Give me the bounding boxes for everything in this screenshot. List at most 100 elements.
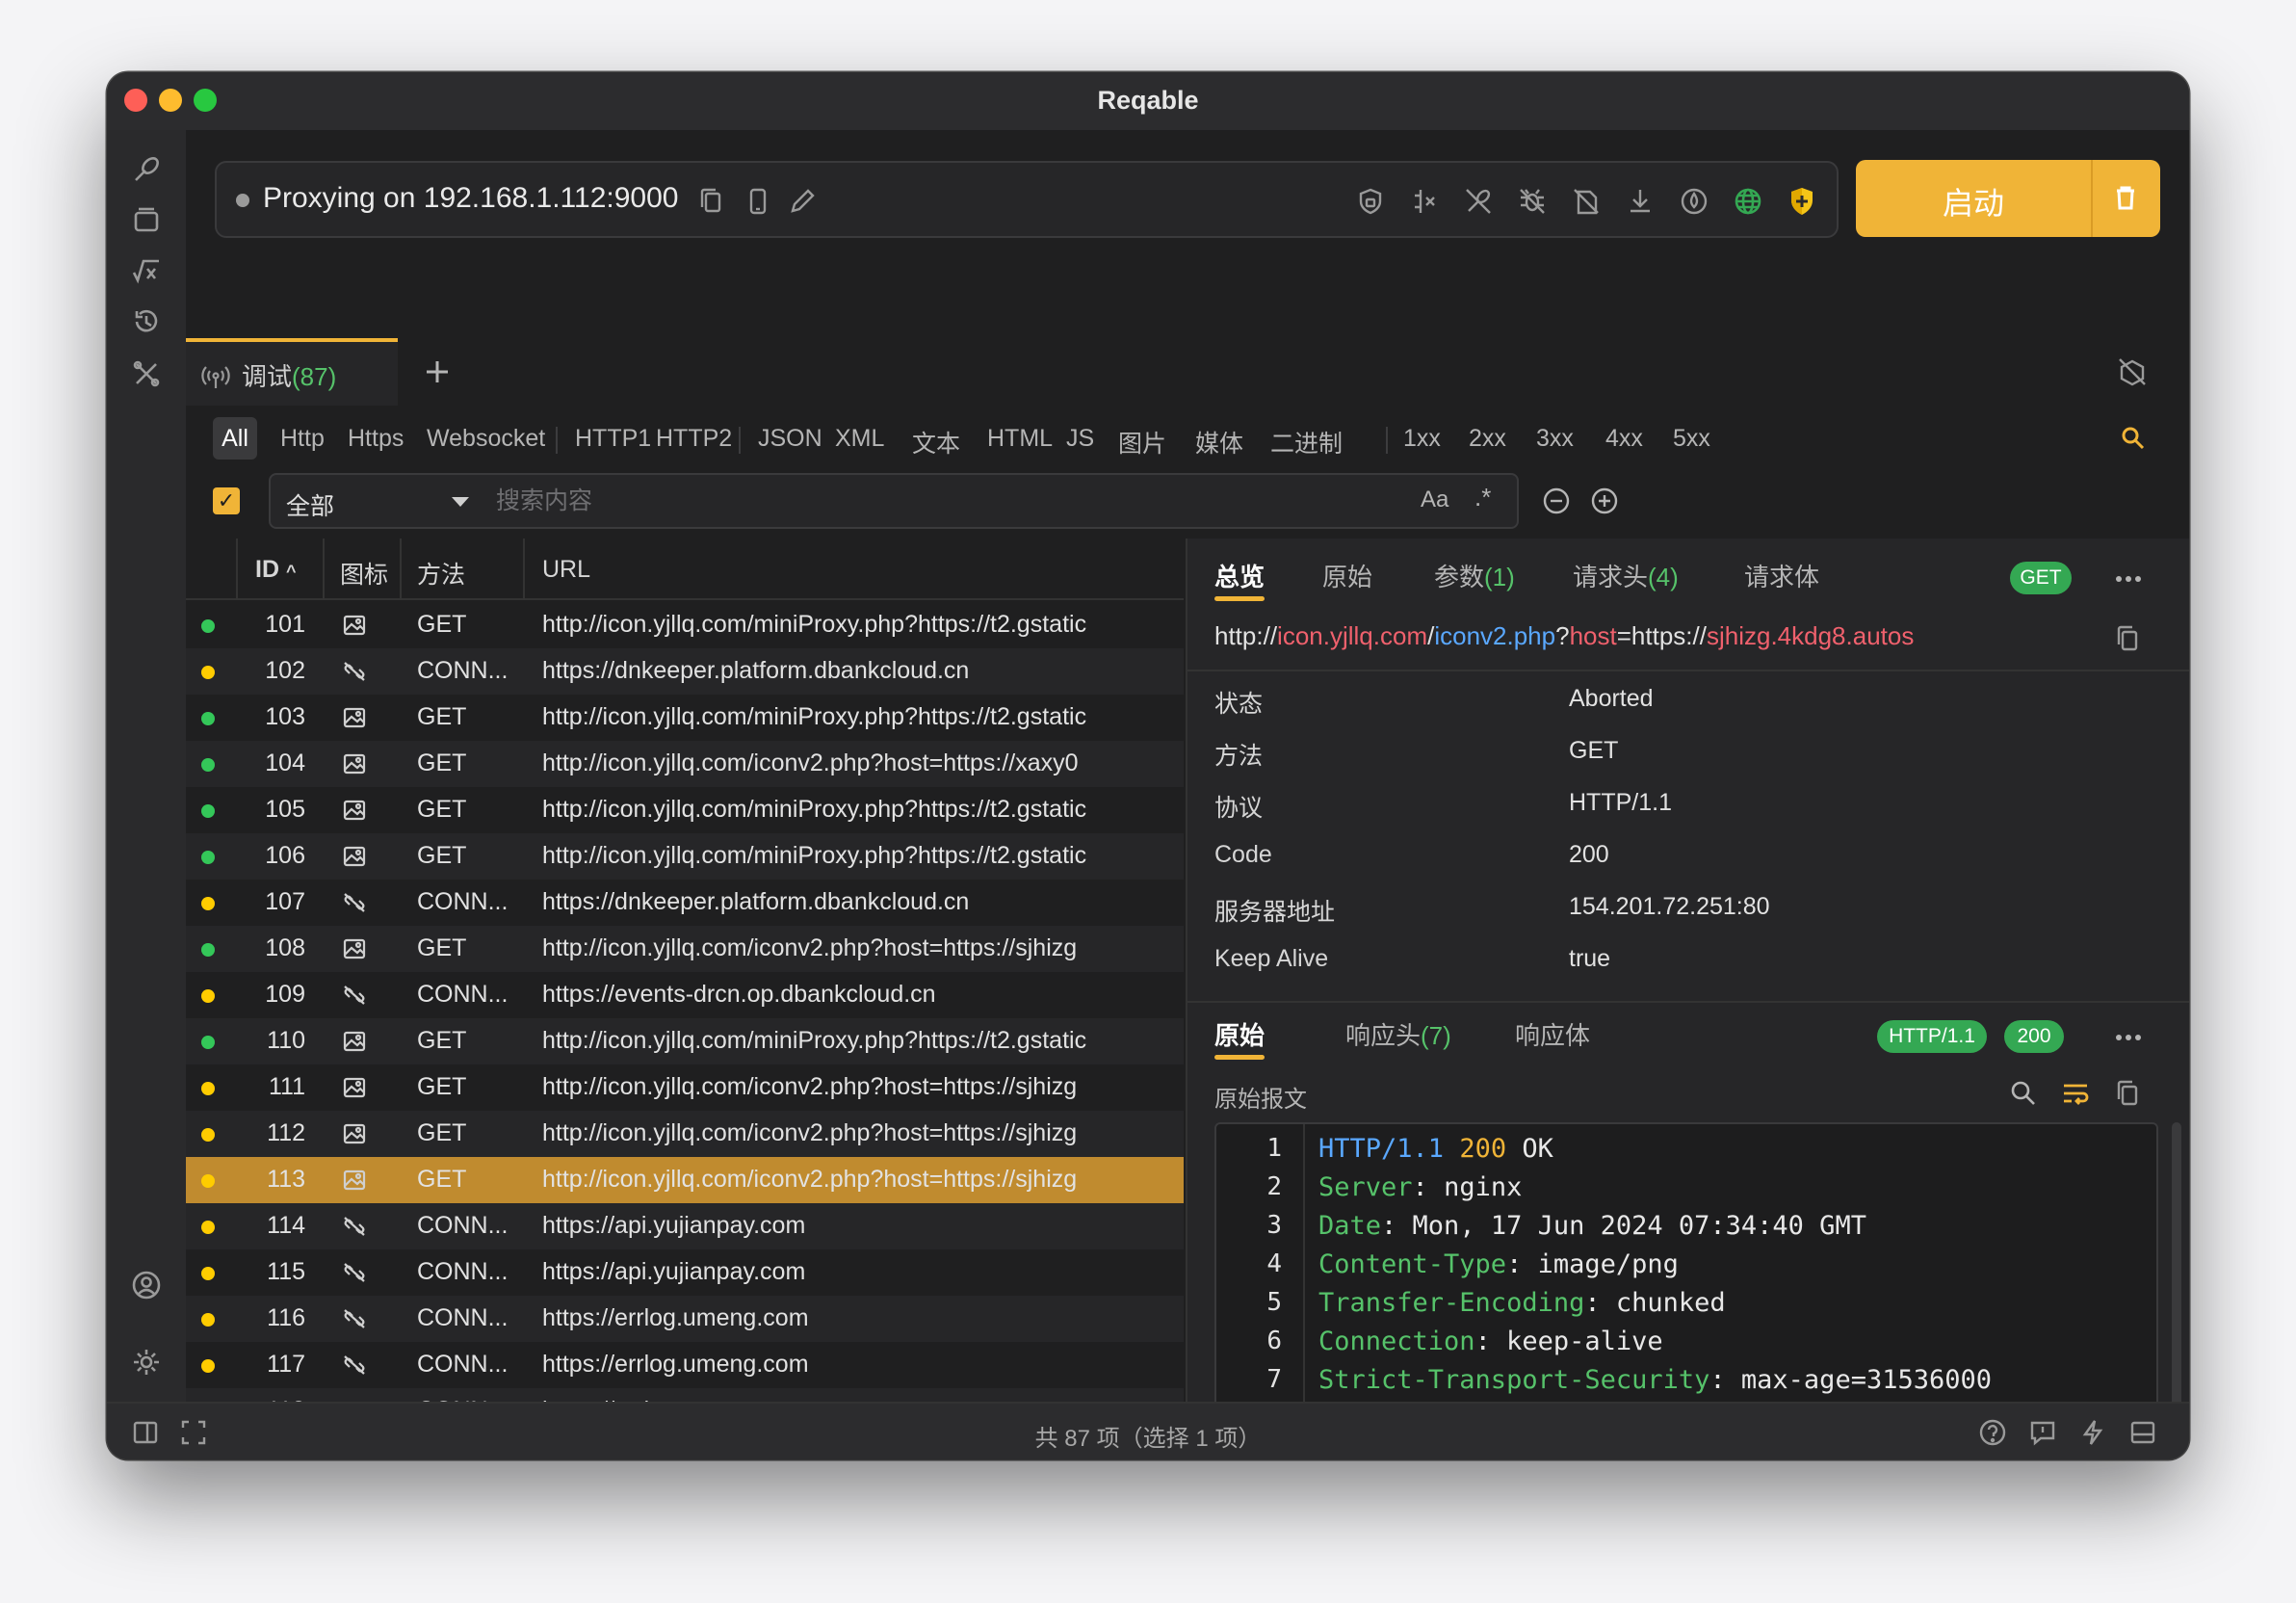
match-case-toggle[interactable]: Aa — [1421, 486, 1448, 513]
start-proxy-button[interactable]: 启动 — [1856, 160, 2160, 237]
filter-5xx[interactable]: 5xx — [1673, 425, 1710, 453]
no-cache-icon[interactable] — [2116, 355, 2149, 388]
filter-html[interactable]: HTML — [987, 425, 1053, 453]
filter-4xx[interactable]: 4xx — [1605, 425, 1643, 453]
more-options-icon[interactable] — [2112, 567, 2145, 591]
table-row[interactable]: 106 GET http://icon.yjllq.com/miniProxy.ph… — [186, 833, 1184, 880]
request-url[interactable]: http://icon.yjllq.com/iconv2.php?host=ht… — [1214, 621, 1914, 651]
throttle-icon[interactable] — [1677, 184, 1711, 219]
filter-enabled-checkbox[interactable]: ✓ — [213, 487, 240, 514]
regex-toggle[interactable]: .* — [1474, 483, 1491, 512]
add-filter-icon[interactable] — [1590, 486, 1619, 515]
filter-1xx[interactable]: 1xx — [1403, 425, 1441, 453]
filter-media[interactable]: 媒体 — [1195, 425, 1243, 460]
script-off-icon[interactable] — [1569, 184, 1604, 219]
table-row[interactable]: 107 CONN... https://dnkeeper.platform.dban… — [186, 880, 1184, 926]
table-row[interactable]: 105 GET http://icon.yjllq.com/miniProxy.ph… — [186, 787, 1184, 833]
filter-js[interactable]: JS — [1066, 425, 1094, 453]
account-icon[interactable] — [128, 1267, 165, 1303]
filter-https[interactable]: Https — [348, 425, 404, 453]
remove-filter-icon[interactable] — [1542, 486, 1571, 515]
download-icon[interactable] — [1623, 184, 1657, 219]
capture-icon[interactable] — [128, 151, 165, 188]
filter-http[interactable]: Http — [280, 425, 325, 453]
more-options-icon[interactable] — [2112, 1026, 2145, 1049]
scrollbar[interactable] — [2172, 1122, 2181, 1431]
table-row[interactable]: 114 CONN... https://api.yujianpay.com — [186, 1203, 1184, 1249]
trash-icon[interactable] — [2108, 181, 2143, 216]
table-row[interactable]: 108 GET http://icon.yjllq.com/iconv2.php?h… — [186, 926, 1184, 972]
table-row[interactable]: 116 CONN... https://errlog.umeng.com — [186, 1296, 1184, 1342]
lightning-icon[interactable] — [2077, 1417, 2108, 1448]
search-toggle-icon[interactable] — [2118, 423, 2149, 454]
tab-params[interactable]: 参数(1) — [1434, 558, 1515, 593]
filter-websocket[interactable]: Websocket — [427, 425, 545, 453]
sessions-icon[interactable] — [128, 201, 165, 238]
globe-proxy-icon[interactable] — [1731, 184, 1765, 219]
security-shield-icon[interactable] — [1785, 184, 1819, 219]
tools-icon[interactable] — [128, 355, 165, 392]
filter-http2[interactable]: HTTP2 — [656, 425, 732, 453]
layout-split-icon[interactable] — [2127, 1417, 2158, 1448]
filter-xml[interactable]: XML — [835, 425, 884, 453]
overview-value[interactable]: true — [1569, 945, 1610, 973]
search-icon[interactable] — [2008, 1078, 2039, 1109]
filter-json[interactable]: JSON — [758, 425, 822, 453]
tab-request-body[interactable]: 请求体 — [1744, 558, 1819, 593]
table-row[interactable]: 102 CONN... https://dnkeeper.platform.dban… — [186, 648, 1184, 695]
column-icon[interactable]: 图标 — [340, 556, 388, 591]
rewrite-off-icon[interactable] — [1461, 184, 1496, 219]
tab-debug[interactable]: 调试(87) — [186, 338, 398, 406]
table-row[interactable]: 103 GET http://icon.yjllq.com/miniProxy.ph… — [186, 695, 1184, 741]
table-row[interactable]: 115 CONN... https://api.yujianpay.com — [186, 1249, 1184, 1296]
tab-request-headers[interactable]: 请求头(4) — [1573, 558, 1679, 593]
table-row[interactable]: 112 GET http://icon.yjllq.com/iconv2.php?h… — [186, 1111, 1184, 1157]
overview-value[interactable]: HTTP/1.1 — [1569, 789, 1672, 817]
table-row[interactable]: 109 CONN... https://events-drcn.op.dbankcl… — [186, 972, 1184, 1018]
search-scope-select[interactable]: 全部 — [269, 473, 484, 529]
tab-request-raw[interactable]: 原始 — [1322, 558, 1372, 593]
feedback-icon[interactable] — [2027, 1417, 2058, 1448]
ssl-proxy-icon[interactable] — [1353, 184, 1388, 219]
tab-response-raw[interactable]: 原始 — [1214, 1016, 1265, 1052]
table-row[interactable]: 101 GET http://icon.yjllq.com/miniProxy.ph… — [186, 602, 1184, 648]
overview-value[interactable]: GET — [1569, 737, 1618, 765]
debug-off-icon[interactable] — [1515, 184, 1550, 219]
table-row[interactable]: 111 GET http://icon.yjllq.com/iconv2.php?h… — [186, 1064, 1184, 1111]
filter-image[interactable]: 图片 — [1118, 425, 1166, 460]
copy-icon[interactable] — [694, 184, 729, 219]
raw-response-viewer[interactable]: 12345678 HTTP/1.1 200 OKServer: nginxDat… — [1214, 1122, 2158, 1446]
table-row[interactable]: 110 GET http://icon.yjllq.com/miniProxy.ph… — [186, 1018, 1184, 1064]
copy-raw-icon[interactable] — [2112, 1078, 2143, 1109]
script-icon[interactable] — [128, 253, 165, 290]
filter-binary[interactable]: 二进制 — [1270, 425, 1343, 460]
word-wrap-icon[interactable] — [2060, 1078, 2091, 1109]
history-icon[interactable] — [128, 303, 165, 340]
overview-value[interactable]: 154.201.72.251:80 — [1569, 893, 1770, 921]
column-url[interactable]: URL — [542, 556, 590, 584]
column-id[interactable]: ID ^ — [255, 556, 296, 584]
tab-response-body[interactable]: 响应体 — [1515, 1016, 1590, 1052]
edit-pencil-icon[interactable] — [785, 184, 820, 219]
mobile-icon[interactable] — [741, 184, 775, 219]
table-row[interactable]: 113 GET http://icon.yjllq.com/iconv2.php?h… — [186, 1157, 1184, 1203]
table-row[interactable]: 118CONN...https://errlog.umeng.com — [186, 1388, 1184, 1402]
help-icon[interactable] — [1977, 1417, 2008, 1448]
breakpoint-icon[interactable] — [1407, 184, 1442, 219]
table-row[interactable]: 104 GET http://icon.yjllq.com/iconv2.php?h… — [186, 741, 1184, 787]
tab-overview[interactable]: 总览 — [1214, 558, 1265, 593]
overview-value[interactable]: Aborted — [1569, 685, 1654, 713]
add-tab-icon[interactable] — [421, 355, 454, 388]
copy-url-icon[interactable] — [2112, 623, 2143, 654]
table-row[interactable]: 117 CONN... https://errlog.umeng.com — [186, 1342, 1184, 1388]
settings-gear-icon[interactable] — [128, 1344, 165, 1380]
filter-2xx[interactable]: 2xx — [1469, 425, 1506, 453]
column-method[interactable]: 方法 — [417, 556, 465, 591]
tab-response-headers[interactable]: 响应头(7) — [1345, 1016, 1451, 1052]
search-input[interactable] — [483, 473, 1519, 529]
filter-text[interactable]: 文本 — [912, 425, 960, 460]
filter-http1[interactable]: HTTP1 — [575, 425, 651, 453]
filter-all[interactable]: All — [213, 417, 257, 460]
overview-value[interactable]: 200 — [1569, 841, 1609, 869]
filter-3xx[interactable]: 3xx — [1536, 425, 1574, 453]
